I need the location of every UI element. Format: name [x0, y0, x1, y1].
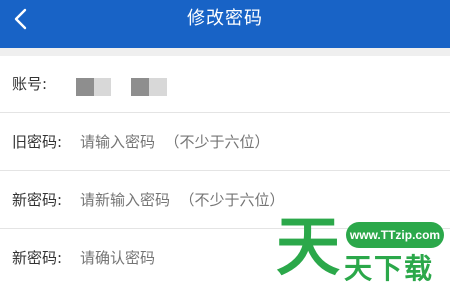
old-password-label: 旧密码:	[12, 133, 63, 151]
old-password-row: 旧密码:	[0, 114, 450, 171]
watermark-logo-char: 天	[276, 211, 340, 285]
app-header: 修改密码	[0, 0, 450, 40]
old-password-input[interactable]	[80, 114, 440, 171]
watermark-text: 天下载	[344, 252, 435, 285]
account-value-masked	[76, 78, 168, 96]
account-label: 账号:	[12, 75, 48, 93]
new-password-label: 新密码:	[12, 191, 63, 209]
header-extension	[0, 40, 450, 48]
page-title: 修改密码	[187, 8, 263, 29]
watermark-url: www.TTzip.com	[346, 222, 444, 248]
site-watermark: 天 www.TTzip.com 天下载	[272, 212, 450, 289]
account-row: 账号:	[0, 56, 450, 113]
confirm-password-label: 新密码:	[12, 249, 63, 267]
